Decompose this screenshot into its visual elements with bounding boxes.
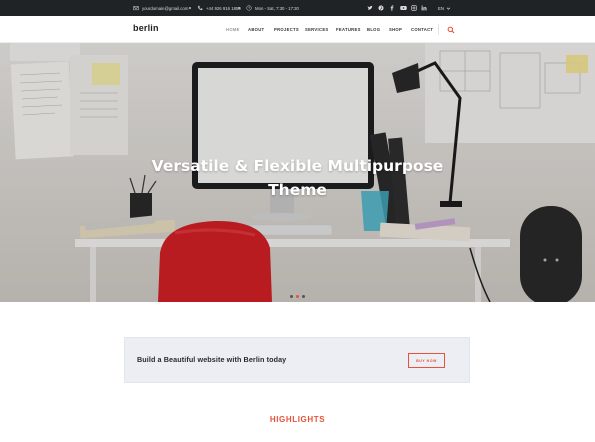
hero-title: Versatile & Flexible Multipurpose Theme xyxy=(0,154,595,202)
site-logo[interactable]: berlin xyxy=(133,23,159,33)
facebook-icon[interactable] xyxy=(388,4,396,12)
pinterest-icon[interactable] xyxy=(377,4,385,12)
site-header: berlin HOME ABOUT PROJECTS SERVICES FEAT… xyxy=(0,16,595,43)
linkedin-icon[interactable] xyxy=(420,4,428,12)
phone-icon xyxy=(198,5,203,10)
top-bar: yourdomain@gmail.com +44 926 916 1859 Mo… xyxy=(0,0,595,16)
instagram-icon[interactable] xyxy=(410,4,418,12)
phone-contact[interactable]: +44 926 916 1859 xyxy=(197,0,241,16)
twitter-icon[interactable] xyxy=(366,4,374,12)
nav-features[interactable]: FEATURES xyxy=(336,16,361,43)
nav-contact[interactable]: CONTACT xyxy=(411,16,433,43)
hero-slider: Versatile & Flexible Multipurpose Theme xyxy=(0,43,595,302)
separator-dot xyxy=(189,7,191,9)
hours-info: Mon - Sat, 7:30 - 17:30 xyxy=(246,0,299,16)
nav-blog[interactable]: BLOG xyxy=(367,16,380,43)
nav-projects[interactable]: PROJECTS xyxy=(274,16,299,43)
envelope-icon xyxy=(133,6,139,11)
highlights-heading: HIGHLIGHTS xyxy=(269,415,326,424)
clock-icon xyxy=(246,5,252,11)
email-contact[interactable]: yourdomain@gmail.com xyxy=(133,0,188,16)
nav-about[interactable]: ABOUT xyxy=(248,16,264,43)
chevron-down-icon xyxy=(446,7,451,10)
nav-divider xyxy=(438,24,439,35)
email-text: yourdomain@gmail.com xyxy=(142,5,189,11)
hero-title-line-2: Theme xyxy=(268,181,327,199)
phone-text: +44 926 916 1859 xyxy=(206,5,241,11)
slider-dot-3[interactable] xyxy=(302,295,305,298)
slider-dot-1[interactable] xyxy=(290,295,293,298)
nav-home[interactable]: HOME xyxy=(226,16,240,43)
hours-text: Mon - Sat, 7:30 - 17:30 xyxy=(255,5,299,11)
search-icon[interactable] xyxy=(447,26,455,34)
cta-text: Build a Beautiful website with Berlin to… xyxy=(137,355,287,364)
youtube-icon[interactable] xyxy=(399,4,407,12)
nav-shop[interactable]: SHOP xyxy=(389,16,402,43)
language-selector[interactable]: EN xyxy=(438,0,451,16)
cta-banner: Build a Beautiful website with Berlin to… xyxy=(124,337,470,383)
hero-title-line-1: Versatile & Flexible Multipurpose xyxy=(151,157,444,175)
slider-dot-2[interactable] xyxy=(296,295,299,298)
language-label: EN xyxy=(438,5,444,11)
buy-now-button[interactable]: BUY NOW xyxy=(408,353,445,368)
separator-dot xyxy=(238,7,240,9)
nav-services[interactable]: SERVICES xyxy=(305,16,329,43)
